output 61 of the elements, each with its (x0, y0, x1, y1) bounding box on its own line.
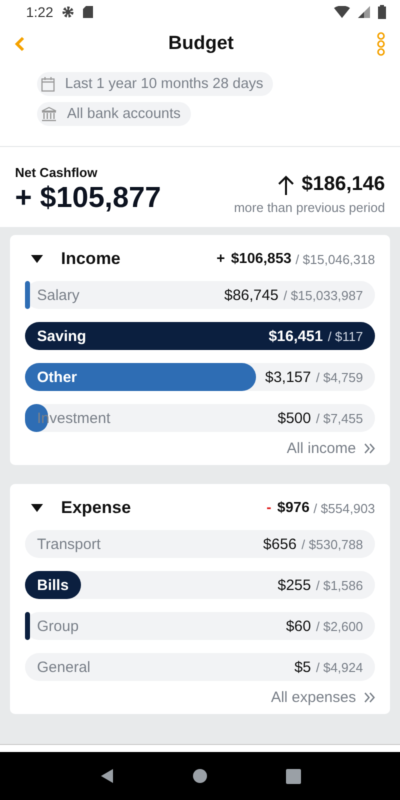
budget-bar[interactable]: General $5 / $4,924 (25, 653, 375, 681)
section-title: Expense (61, 498, 132, 518)
category-label: Salary (37, 286, 81, 304)
category-amount: $16,451 (268, 328, 323, 344)
section-total: / $554,903 (314, 500, 375, 516)
home-nav-icon[interactable] (192, 768, 208, 784)
see-all-link[interactable]: All income (286, 440, 375, 457)
section-amount: $106,853 (230, 251, 292, 267)
see-all-link[interactable]: All expenses (270, 689, 375, 706)
sd-card-icon (83, 6, 94, 18)
category-label: Bills (37, 576, 70, 594)
category-total: / $4,924 (316, 660, 363, 674)
calendar-icon (41, 76, 55, 92)
category-label: Transport (37, 536, 102, 552)
section-amount: $976 (277, 500, 310, 516)
sign-mark: + (216, 251, 225, 267)
signal-icon (358, 6, 370, 18)
page-title: Budget (167, 33, 235, 55)
category-total: / $1,586 (316, 578, 363, 592)
net-cashflow-value: + $105,877 (15, 182, 161, 215)
clock-time: 1:22 (26, 4, 54, 20)
wifi-icon (334, 6, 350, 18)
budget-bar[interactable]: Bills $255 / $1,586 (25, 571, 375, 599)
budget-bar[interactable]: Group $60 / $2,600 (25, 612, 375, 640)
category-total: / $7,455 (316, 410, 363, 426)
section-total: / $15,046,318 (295, 252, 375, 266)
category-total: / $15,033,987 (283, 288, 363, 302)
category-amount: $5 (294, 658, 311, 676)
recents-nav-icon[interactable] (286, 768, 302, 784)
category-label: Group (37, 618, 80, 634)
category-label: Saving (37, 328, 88, 344)
category-total: / $530,788 (302, 536, 363, 552)
budget-bar[interactable]: Saving $16,451 / $117 (25, 322, 375, 350)
section-title: Income (61, 249, 122, 269)
category-amount: $656 (263, 536, 297, 552)
category-amount: $255 (278, 576, 311, 594)
bank-icon (41, 106, 57, 122)
double-chevron-icon (364, 443, 375, 454)
up-arrow-icon (278, 174, 294, 194)
filter-chip[interactable]: Last 1 year 10 months 28 days (37, 72, 274, 96)
net-cashflow-label: Net Cashflow (15, 165, 98, 180)
category-label: Other (37, 368, 78, 386)
category-label: General (37, 658, 92, 676)
back-nav-icon[interactable] (98, 768, 115, 784)
category-amount: $60 (286, 618, 311, 634)
category-total: / $4,759 (316, 370, 363, 384)
filter-chip[interactable]: All bank accounts (37, 102, 191, 126)
double-chevron-icon (364, 692, 375, 703)
change-note: more than previous period (234, 200, 385, 215)
change-value: $186,146 (302, 173, 385, 196)
category-total: / $117 (328, 328, 363, 344)
budget-bar[interactable]: Transport $656 / $530,788 (25, 530, 375, 558)
gear-icon (61, 5, 76, 19)
category-amount: $86,745 (224, 286, 278, 304)
battery-icon (378, 5, 386, 19)
category-amount: $3,157 (265, 368, 311, 386)
category-total: / $2,600 (316, 618, 363, 634)
category-amount: $500 (278, 410, 311, 426)
budget-bar[interactable]: Salary $86,745 / $15,033,987 (25, 281, 375, 309)
sign-mark: - (266, 500, 272, 516)
budget-bar[interactable]: Other $3,157 / $4,759 (25, 363, 375, 391)
